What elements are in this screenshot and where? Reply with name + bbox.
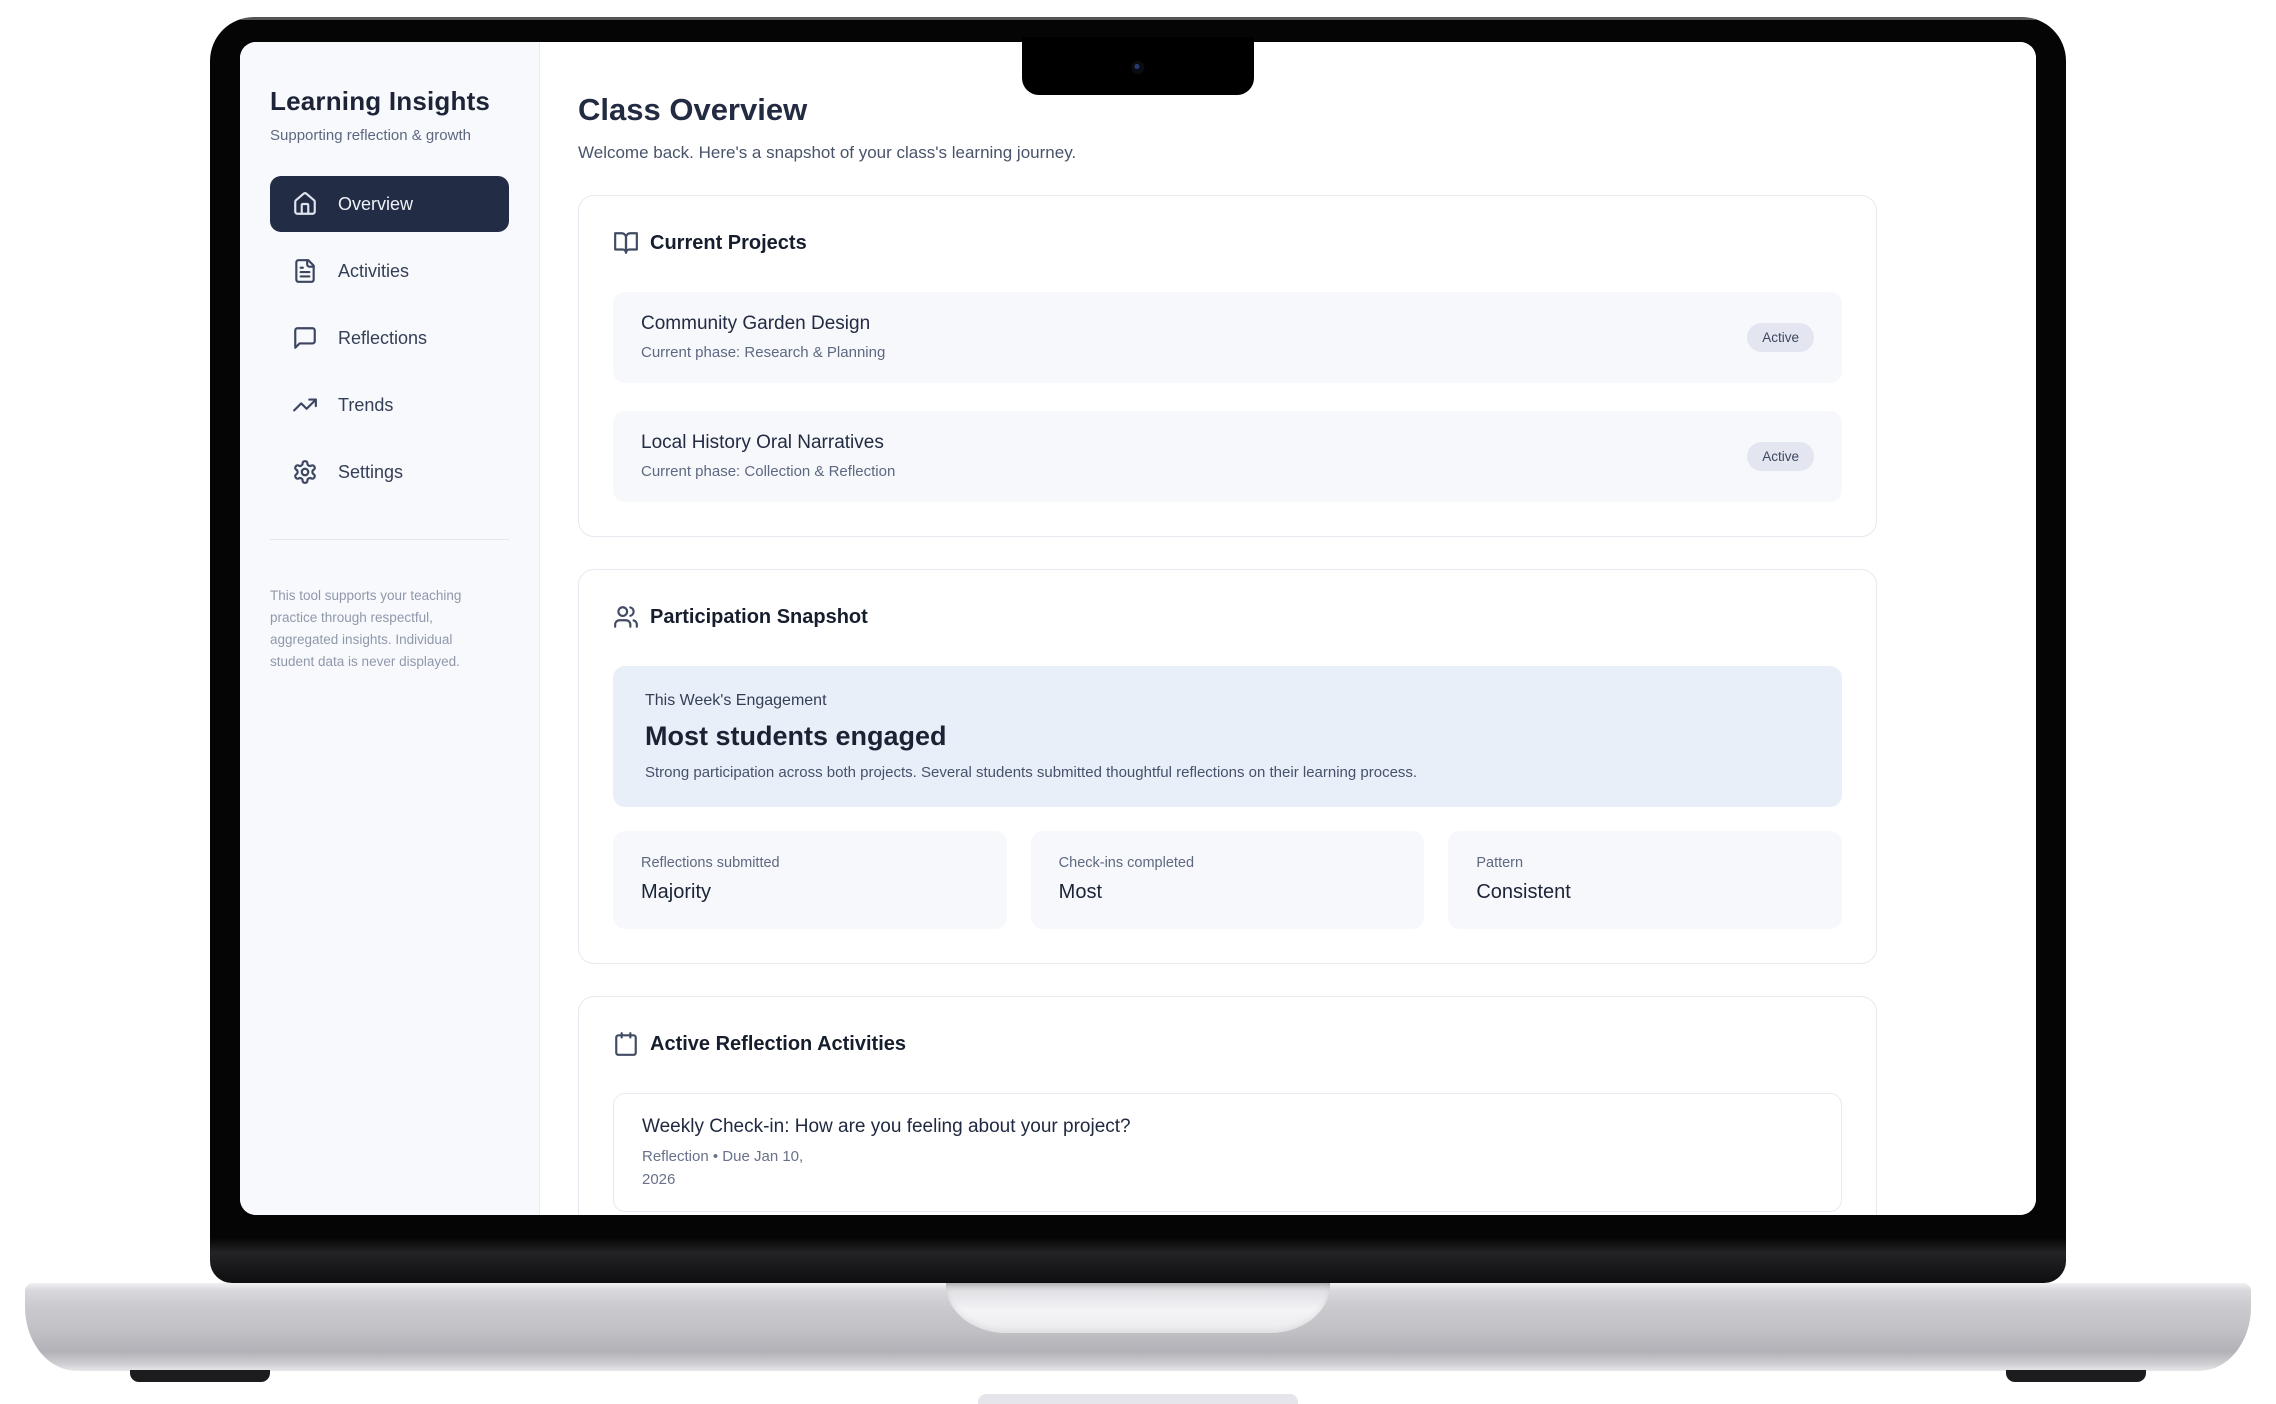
section-title: Current Projects bbox=[650, 232, 807, 255]
app-title: Learning Insights bbox=[270, 86, 509, 117]
laptop-foot-left bbox=[130, 1370, 270, 1382]
section-title: Participation Snapshot bbox=[650, 606, 868, 629]
engagement-highlight-panel: This Week's Engagement Most students eng… bbox=[613, 666, 1842, 807]
status-badge: Active bbox=[1747, 442, 1814, 471]
stat-box-pattern: Pattern Consistent bbox=[1448, 831, 1842, 929]
stat-value: Consistent bbox=[1476, 881, 1814, 904]
sidebar: Learning Insights Supporting reflection … bbox=[240, 42, 540, 1215]
sidebar-item-overview[interactable]: Overview bbox=[270, 176, 509, 232]
laptop-mockup: Learning Insights Supporting reflection … bbox=[0, 0, 2276, 1404]
stat-label: Check-ins completed bbox=[1059, 855, 1397, 871]
stat-label: Pattern bbox=[1476, 855, 1814, 871]
sidebar-item-settings[interactable]: Settings bbox=[270, 444, 509, 500]
sidebar-item-reflections[interactable]: Reflections bbox=[270, 310, 509, 366]
project-item: Community Garden Design Current phase: R… bbox=[613, 292, 1842, 383]
project-phase: Current phase: Research & Planning bbox=[641, 344, 885, 361]
gear-icon bbox=[292, 459, 318, 485]
activity-meta-line: Reflection • Due Jan 10, bbox=[642, 1147, 1813, 1167]
calendar-icon bbox=[613, 1031, 639, 1057]
laptop-foot-right bbox=[2006, 1370, 2146, 1382]
laptop-notch bbox=[1022, 37, 1254, 95]
card-header: Current Projects bbox=[613, 230, 1842, 256]
sidebar-nav: Overview Activities Reflections bbox=[270, 176, 509, 500]
card-header: Participation Snapshot bbox=[613, 604, 1842, 630]
card-header: Active Reflection Activities bbox=[613, 1031, 1842, 1057]
sidebar-divider bbox=[270, 539, 509, 540]
section-title: Active Reflection Activities bbox=[650, 1033, 906, 1056]
sidebar-item-label: Reflections bbox=[338, 328, 427, 349]
activity-meta-line: 2026 bbox=[642, 1170, 1813, 1190]
sidebar-item-label: Settings bbox=[338, 462, 403, 483]
privacy-footnote: This tool supports your teaching practic… bbox=[270, 585, 488, 672]
stats-row: Reflections submitted Majority Check-ins… bbox=[613, 831, 1842, 929]
current-projects-card: Current Projects Community Garden Design… bbox=[578, 195, 1877, 537]
laptop-lid-notch bbox=[946, 1283, 1330, 1333]
stat-label: Reflections submitted bbox=[641, 855, 979, 871]
page-subtitle: Welcome back. Here's a snapshot of your … bbox=[578, 143, 2036, 163]
status-badge: Active bbox=[1747, 323, 1814, 352]
page-title: Class Overview bbox=[578, 92, 2036, 128]
trending-up-icon bbox=[292, 392, 318, 418]
sidebar-item-activities[interactable]: Activities bbox=[270, 243, 509, 299]
users-icon bbox=[613, 604, 639, 630]
app-tagline: Supporting reflection & growth bbox=[270, 127, 509, 144]
sidebar-item-label: Trends bbox=[338, 395, 393, 416]
laptop-screen-frame: Learning Insights Supporting reflection … bbox=[210, 17, 2066, 1283]
main-scroll-area[interactable]: Class Overview Welcome back. Here's a sn… bbox=[540, 42, 2036, 1215]
engagement-label: This Week's Engagement bbox=[645, 692, 1810, 710]
stat-value: Most bbox=[1059, 881, 1397, 904]
sidebar-item-trends[interactable]: Trends bbox=[270, 377, 509, 433]
activity-meta: Reflection • Due Jan 10, 2026 bbox=[642, 1147, 1813, 1189]
sidebar-item-label: Activities bbox=[338, 261, 409, 282]
project-phase: Current phase: Collection & Reflection bbox=[641, 463, 895, 480]
book-open-icon bbox=[613, 230, 639, 256]
stat-value: Majority bbox=[641, 881, 979, 904]
activity-item: Weekly Check-in: How are you feeling abo… bbox=[613, 1093, 1842, 1212]
project-item: Local History Oral Narratives Current ph… bbox=[613, 411, 1842, 502]
laptop-shadow bbox=[978, 1394, 1298, 1404]
project-name: Community Garden Design bbox=[641, 313, 885, 335]
engagement-value: Most students engaged bbox=[645, 721, 1810, 752]
app-window: Learning Insights Supporting reflection … bbox=[240, 42, 2036, 1215]
project-name: Local History Oral Narratives bbox=[641, 432, 895, 454]
stat-box-checkins: Check-ins completed Most bbox=[1031, 831, 1425, 929]
file-text-icon bbox=[292, 258, 318, 284]
sidebar-item-label: Overview bbox=[338, 194, 413, 215]
webcam-icon bbox=[1132, 61, 1145, 74]
chat-bubble-icon bbox=[292, 325, 318, 351]
reflection-activities-card: Active Reflection Activities Weekly Chec… bbox=[578, 996, 1877, 1215]
engagement-description: Strong participation across both project… bbox=[645, 764, 1810, 781]
participation-snapshot-card: Participation Snapshot This Week's Engag… bbox=[578, 569, 1877, 964]
stat-box-reflections: Reflections submitted Majority bbox=[613, 831, 1007, 929]
home-icon bbox=[292, 191, 318, 217]
activity-title: Weekly Check-in: How are you feeling abo… bbox=[642, 1116, 1813, 1138]
